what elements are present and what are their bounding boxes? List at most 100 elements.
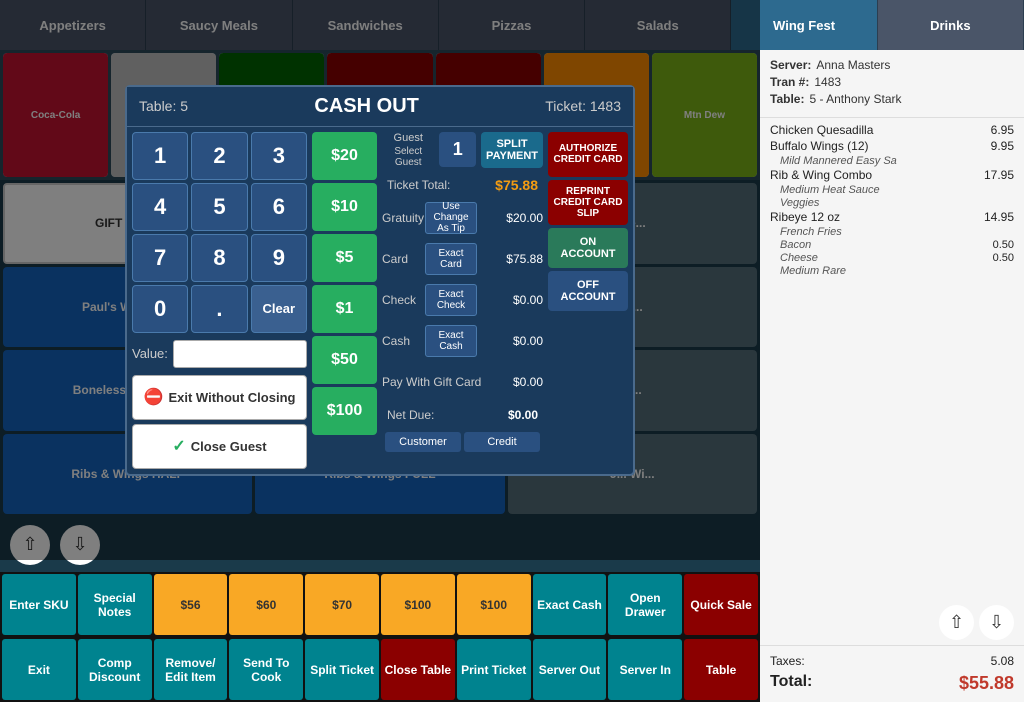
order-modifier: Cheese0.50 — [770, 252, 1014, 265]
net-due-value: $0.00 — [508, 408, 538, 422]
net-due-row: Net Due: $0.00 — [382, 404, 543, 426]
numpad-key-8[interactable]: 8 — [191, 234, 247, 282]
order-item-price: 14.95 — [984, 210, 1014, 224]
value-input[interactable] — [173, 340, 307, 368]
exact-card-label: Exact Card — [430, 248, 472, 270]
order-item-row: Rib & Wing Combo17.95 — [770, 168, 1014, 182]
modal-header: Table: 5 CASH OUT Ticket: 1483 — [127, 87, 633, 127]
off-account-button[interactable]: OFF ACCOUNT — [548, 271, 628, 311]
nav-tab-drinks[interactable]: Drinks — [878, 0, 1024, 50]
denominations-section: $20$10$5$1$50$100 — [312, 132, 377, 469]
exit-icon: ⛔ — [144, 387, 164, 407]
numpad-key-3[interactable]: 3 — [251, 132, 307, 180]
reprint-credit-card-slip-button[interactable]: REPRINT CREDIT CARD SLIP — [548, 180, 628, 225]
modal-tab-credit[interactable]: Credit — [464, 432, 540, 452]
card-payment-row: Card Exact Card $75.88 — [382, 240, 543, 278]
taxes-value: 5.08 — [991, 654, 1014, 668]
select-guest-label: Select Guest — [382, 146, 434, 168]
server-label: Server: — [770, 58, 811, 72]
order-item-row: Ribeye 12 oz14.95 — [770, 210, 1014, 224]
guest-number: 1 — [439, 132, 476, 167]
order-scroll-down-button[interactable]: ⇩ — [979, 605, 1014, 640]
action-btn-send-to-cook[interactable]: Send To Cook — [229, 639, 303, 700]
gift-card-value: $0.00 — [493, 375, 543, 389]
payment-top: Guest Select Guest 1 SPLIT PAYMENT — [382, 132, 543, 168]
order-modifier: Mild Mannered Easy Sa — [770, 155, 1014, 167]
numpad-key-7[interactable]: 7 — [132, 234, 188, 282]
order-modifier: Medium Heat Sauce — [770, 184, 1014, 196]
action-btn-enter-sku[interactable]: Enter SKU — [2, 574, 76, 635]
action-btn-split-ticket[interactable]: Split Ticket — [305, 639, 379, 700]
denomination-btn-20[interactable]: $20 — [312, 132, 377, 180]
check-payment-row: Check Exact Check $0.00 — [382, 281, 543, 319]
numpad-key-4[interactable]: 4 — [132, 183, 188, 231]
exit-without-closing-button[interactable]: ⛔ Exit Without Closing — [132, 375, 307, 420]
order-scroll-up-button[interactable]: ⇧ — [939, 605, 974, 640]
denomination-btn-100[interactable]: $100 — [312, 387, 377, 435]
card-label: Card — [382, 252, 422, 266]
right-side-buttons: AUTHORIZE CREDIT CARD REPRINT CREDIT CAR… — [548, 132, 628, 469]
action-btn-exit[interactable]: Exit — [2, 639, 76, 700]
denomination-btn-1[interactable]: $1 — [312, 285, 377, 333]
exact-cash-button[interactable]: Exact Cash — [425, 325, 477, 357]
action-btn-print-ticket[interactable]: Print Ticket — [457, 639, 531, 700]
denomination-btn-5[interactable]: $5 — [312, 234, 377, 282]
server-name: Anna Masters — [816, 58, 890, 72]
action-btn-table[interactable]: Table — [684, 639, 758, 700]
modal-tab-customer[interactable]: Customer — [385, 432, 461, 452]
action-btn-open-drawer[interactable]: Open Drawer — [608, 574, 682, 635]
action-btn-server-in[interactable]: Server In — [608, 639, 682, 700]
authorize-credit-card-button[interactable]: AUTHORIZE CREDIT CARD — [548, 132, 628, 177]
split-payment-button[interactable]: SPLIT PAYMENT — [481, 132, 543, 168]
modal-title: CASH OUT — [314, 95, 418, 118]
close-guest-label: Close Guest — [191, 439, 267, 454]
table-value: 5 - Anthony Stark — [809, 92, 901, 106]
denomination-btn-10[interactable]: $10 — [312, 183, 377, 231]
action-btn-comp-discount[interactable]: Comp Discount — [78, 639, 152, 700]
action-btn-quick-sale[interactable]: Quick Sale — [684, 574, 758, 635]
bottom-bar-1: Enter SKUSpecial Notes$56$60$70$100$100E… — [0, 572, 760, 637]
action-btn-close-table[interactable]: Close Table — [381, 639, 455, 700]
numpad-key-1[interactable]: 1 — [132, 132, 188, 180]
ticket-total-value: $75.88 — [495, 177, 538, 193]
action-btn-100a[interactable]: $100 — [381, 574, 455, 635]
action-btn-56[interactable]: $56 — [154, 574, 228, 635]
action-btn-special-notes[interactable]: Special Notes — [78, 574, 152, 635]
order-modifier: Bacon 0.50 — [770, 239, 1014, 252]
denomination-btn-50[interactable]: $50 — [312, 336, 377, 384]
action-btn-server-out[interactable]: Server Out — [533, 639, 607, 700]
modal-bottom-tabs: CustomerCredit — [382, 429, 543, 455]
numpad-key-0[interactable]: 0 — [132, 285, 188, 333]
numpad-key-2[interactable]: 2 — [191, 132, 247, 180]
action-btn-exact-cash[interactable]: Exact Cash — [533, 574, 607, 635]
total-value: $55.88 — [959, 673, 1014, 694]
guest-box: Guest Select Guest — [382, 132, 434, 168]
action-btn-60[interactable]: $60 — [229, 574, 303, 635]
action-btn-remove-edit[interactable]: Remove/ Edit Item — [154, 639, 228, 700]
numpad-key-5[interactable]: 5 — [191, 183, 247, 231]
order-summary-panel: Server: Anna Masters Tran #: 1483 Table:… — [760, 50, 1024, 702]
exact-check-label: Exact Check — [430, 289, 472, 311]
exact-card-button[interactable]: Exact Card — [425, 243, 477, 275]
modifier-text: Bacon — [770, 239, 811, 251]
action-btn-100b[interactable]: $100 — [457, 574, 531, 635]
on-account-button[interactable]: ON ACCOUNT — [548, 228, 628, 268]
close-guest-button[interactable]: ✓ Close Guest — [132, 424, 307, 469]
clear-button[interactable]: Clear — [251, 285, 307, 333]
exact-check-button[interactable]: Exact Check — [425, 284, 477, 316]
numpad-key-.[interactable]: . — [191, 285, 247, 333]
gratuity-value: $20.00 — [480, 211, 543, 225]
modifier-price: 0.50 — [993, 239, 1014, 252]
value-label: Value: — [132, 346, 168, 361]
exact-cash-label: Exact Cash — [430, 330, 472, 352]
use-change-label: Use Change As Tip — [430, 201, 472, 234]
card-value: $75.88 — [480, 252, 543, 266]
order-modifier: Medium Rare — [770, 265, 1014, 277]
action-btn-70[interactable]: $70 — [305, 574, 379, 635]
numpad-key-6[interactable]: 6 — [251, 183, 307, 231]
order-items-list: Chicken Quesadilla6.95Buffalo Wings (12)… — [760, 118, 1024, 600]
numpad-key-9[interactable]: 9 — [251, 234, 307, 282]
modifier-price: 0.50 — [993, 252, 1014, 265]
modal-ticket-label: Ticket: 1483 — [545, 98, 621, 114]
use-change-as-tip-button[interactable]: Use Change As Tip — [425, 202, 477, 234]
